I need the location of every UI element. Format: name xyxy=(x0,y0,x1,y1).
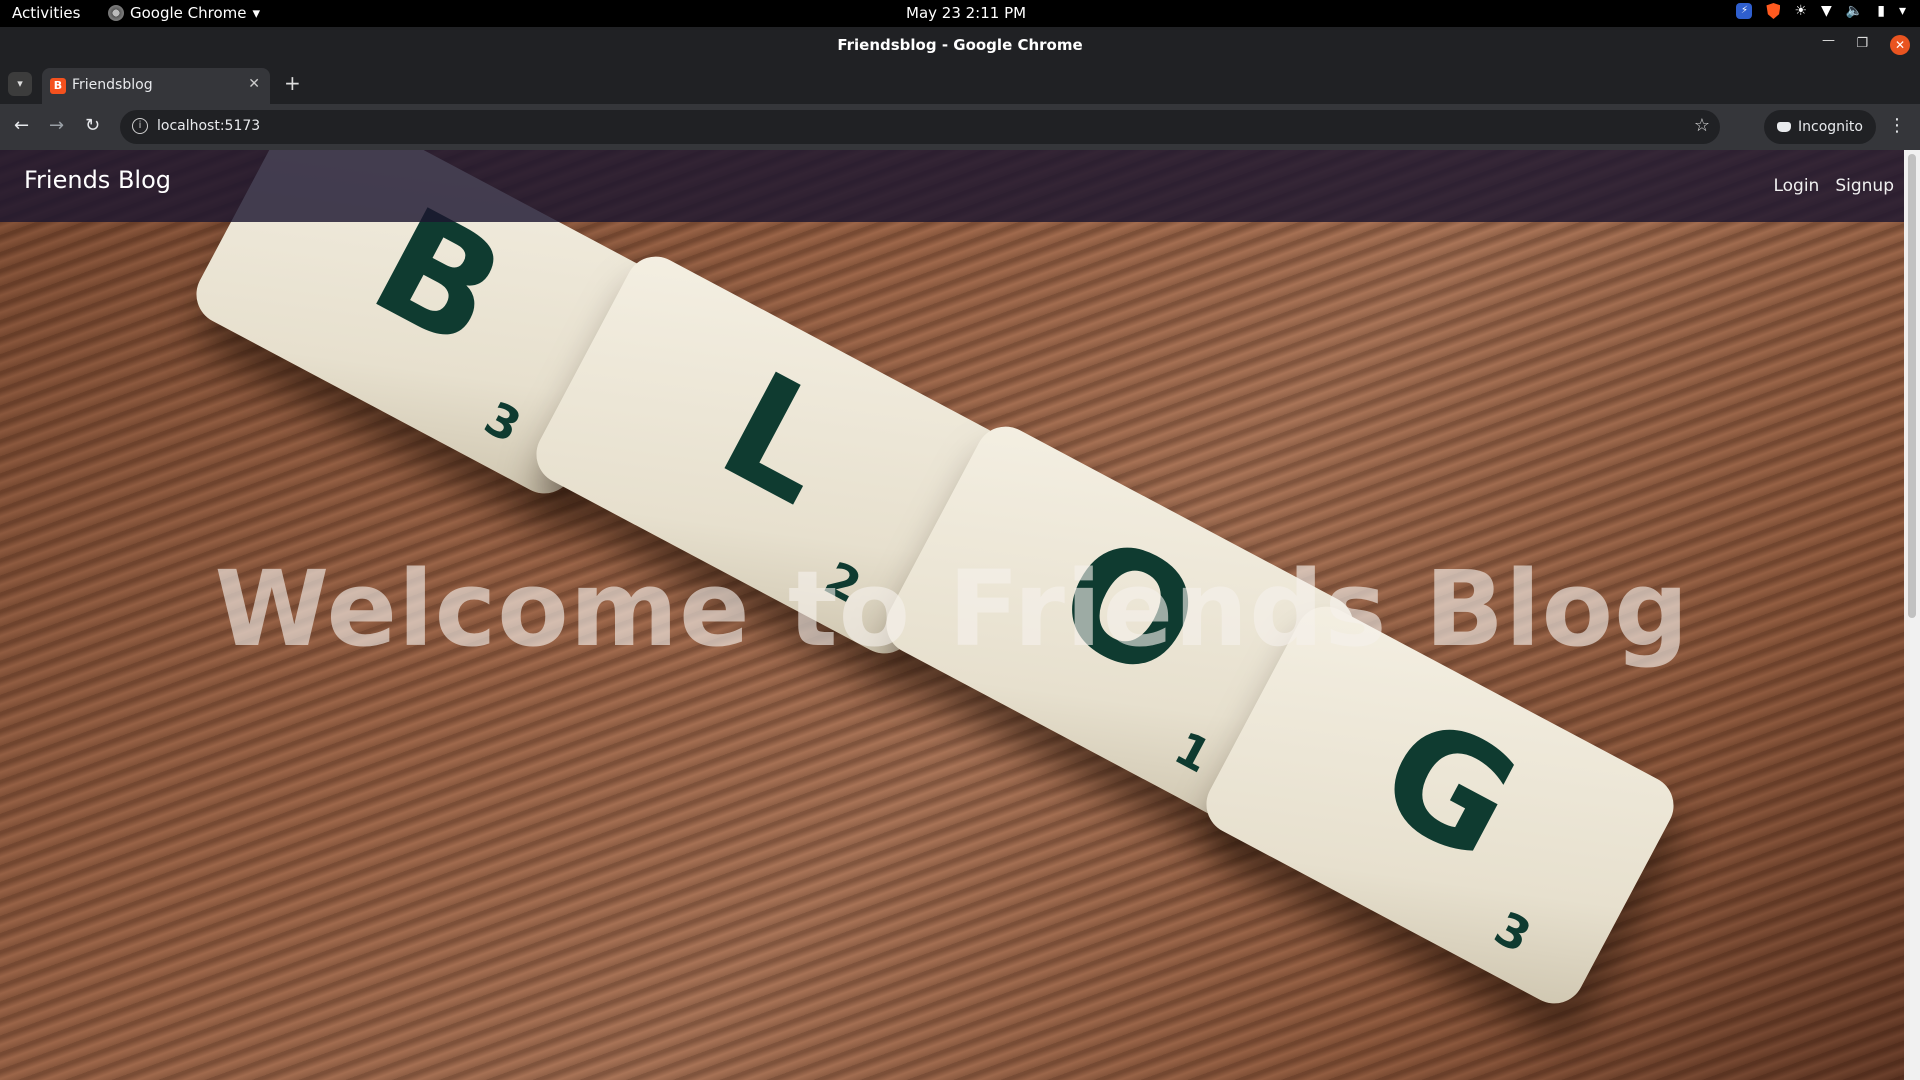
bookmark-star-icon[interactable]: ☆ xyxy=(1694,115,1710,136)
wifi-icon[interactable]: ▼ xyxy=(1821,3,1832,19)
incognito-label: Incognito xyxy=(1798,119,1863,135)
maximize-icon[interactable]: ❐ xyxy=(1856,36,1868,51)
tab-strip: ▾ B Friendsblog ✕ + xyxy=(0,64,1920,104)
battery-icon[interactable]: ▮ xyxy=(1877,3,1885,19)
brightness-icon[interactable]: ☀ xyxy=(1794,3,1807,19)
new-tab-icon[interactable]: + xyxy=(284,71,301,95)
window-title: Friendsblog - Google Chrome xyxy=(837,36,1083,54)
page-scrollbar[interactable] xyxy=(1904,150,1920,1080)
incognito-icon xyxy=(1777,122,1792,132)
site-brand[interactable]: Friends Blog xyxy=(24,166,171,194)
app-menu-label: Google Chrome xyxy=(130,4,247,22)
signup-link[interactable]: Signup xyxy=(1835,176,1894,196)
scrollbar-thumb[interactable] xyxy=(1908,154,1916,618)
clock[interactable]: May 23 2:11 PM xyxy=(906,4,1026,22)
app-menu[interactable]: Google Chrome ▾ xyxy=(108,4,260,22)
url-text[interactable]: localhost:5173 xyxy=(157,118,260,134)
incognito-button[interactable]: Incognito xyxy=(1764,110,1876,144)
site-info-icon[interactable]: i xyxy=(132,118,148,134)
minimize-icon[interactable]: — xyxy=(1822,33,1835,48)
tray-menu-icon[interactable]: ▾ xyxy=(1899,3,1906,19)
hero-title: Welcome to Friends Blog xyxy=(214,548,1690,670)
back-arrow-icon[interactable]: ← xyxy=(14,115,29,136)
system-top-bar: Activities Google Chrome ▾ May 23 2:11 P… xyxy=(0,0,1920,27)
site-navbar: Friends Blog Login Signup xyxy=(0,150,1904,222)
system-tray[interactable]: ⚡ ☀ ▼ 🔈 ▮ ▾ xyxy=(1736,3,1906,19)
address-bar[interactable]: i localhost:5173 ☆ xyxy=(120,110,1720,144)
caret-down-icon: ▾ xyxy=(252,4,261,22)
window-title-bar: Friendsblog - Google Chrome — ❐ ✕ xyxy=(0,27,1920,64)
close-window-icon[interactable]: ✕ xyxy=(1890,35,1910,55)
blogger-favicon-icon: B xyxy=(50,78,66,94)
page-viewport: B 3 L 2 O 1 G 3 Friends Blog Login Signu… xyxy=(0,150,1904,1080)
volume-icon[interactable]: 🔈 xyxy=(1846,3,1863,19)
login-link[interactable]: Login xyxy=(1773,176,1819,196)
tab-label: Friendsblog xyxy=(72,77,153,93)
activities-button[interactable]: Activities xyxy=(12,4,80,22)
tab-search-icon[interactable]: ▾ xyxy=(8,72,32,96)
browser-toolbar: ← → ↻ i localhost:5173 ☆ Incognito ⋮ xyxy=(0,104,1920,150)
extension-icon[interactable]: ⚡ xyxy=(1736,3,1753,19)
nav-links: Login Signup xyxy=(1773,176,1894,196)
close-tab-icon[interactable]: ✕ xyxy=(248,76,260,92)
brave-icon[interactable] xyxy=(1766,3,1781,19)
reload-icon[interactable]: ↻ xyxy=(85,115,100,136)
more-menu-icon[interactable]: ⋮ xyxy=(1888,115,1906,136)
forward-arrow-icon[interactable]: → xyxy=(49,115,64,136)
tab-friendsblog[interactable]: B Friendsblog ✕ xyxy=(42,68,270,104)
chrome-icon xyxy=(108,5,124,21)
